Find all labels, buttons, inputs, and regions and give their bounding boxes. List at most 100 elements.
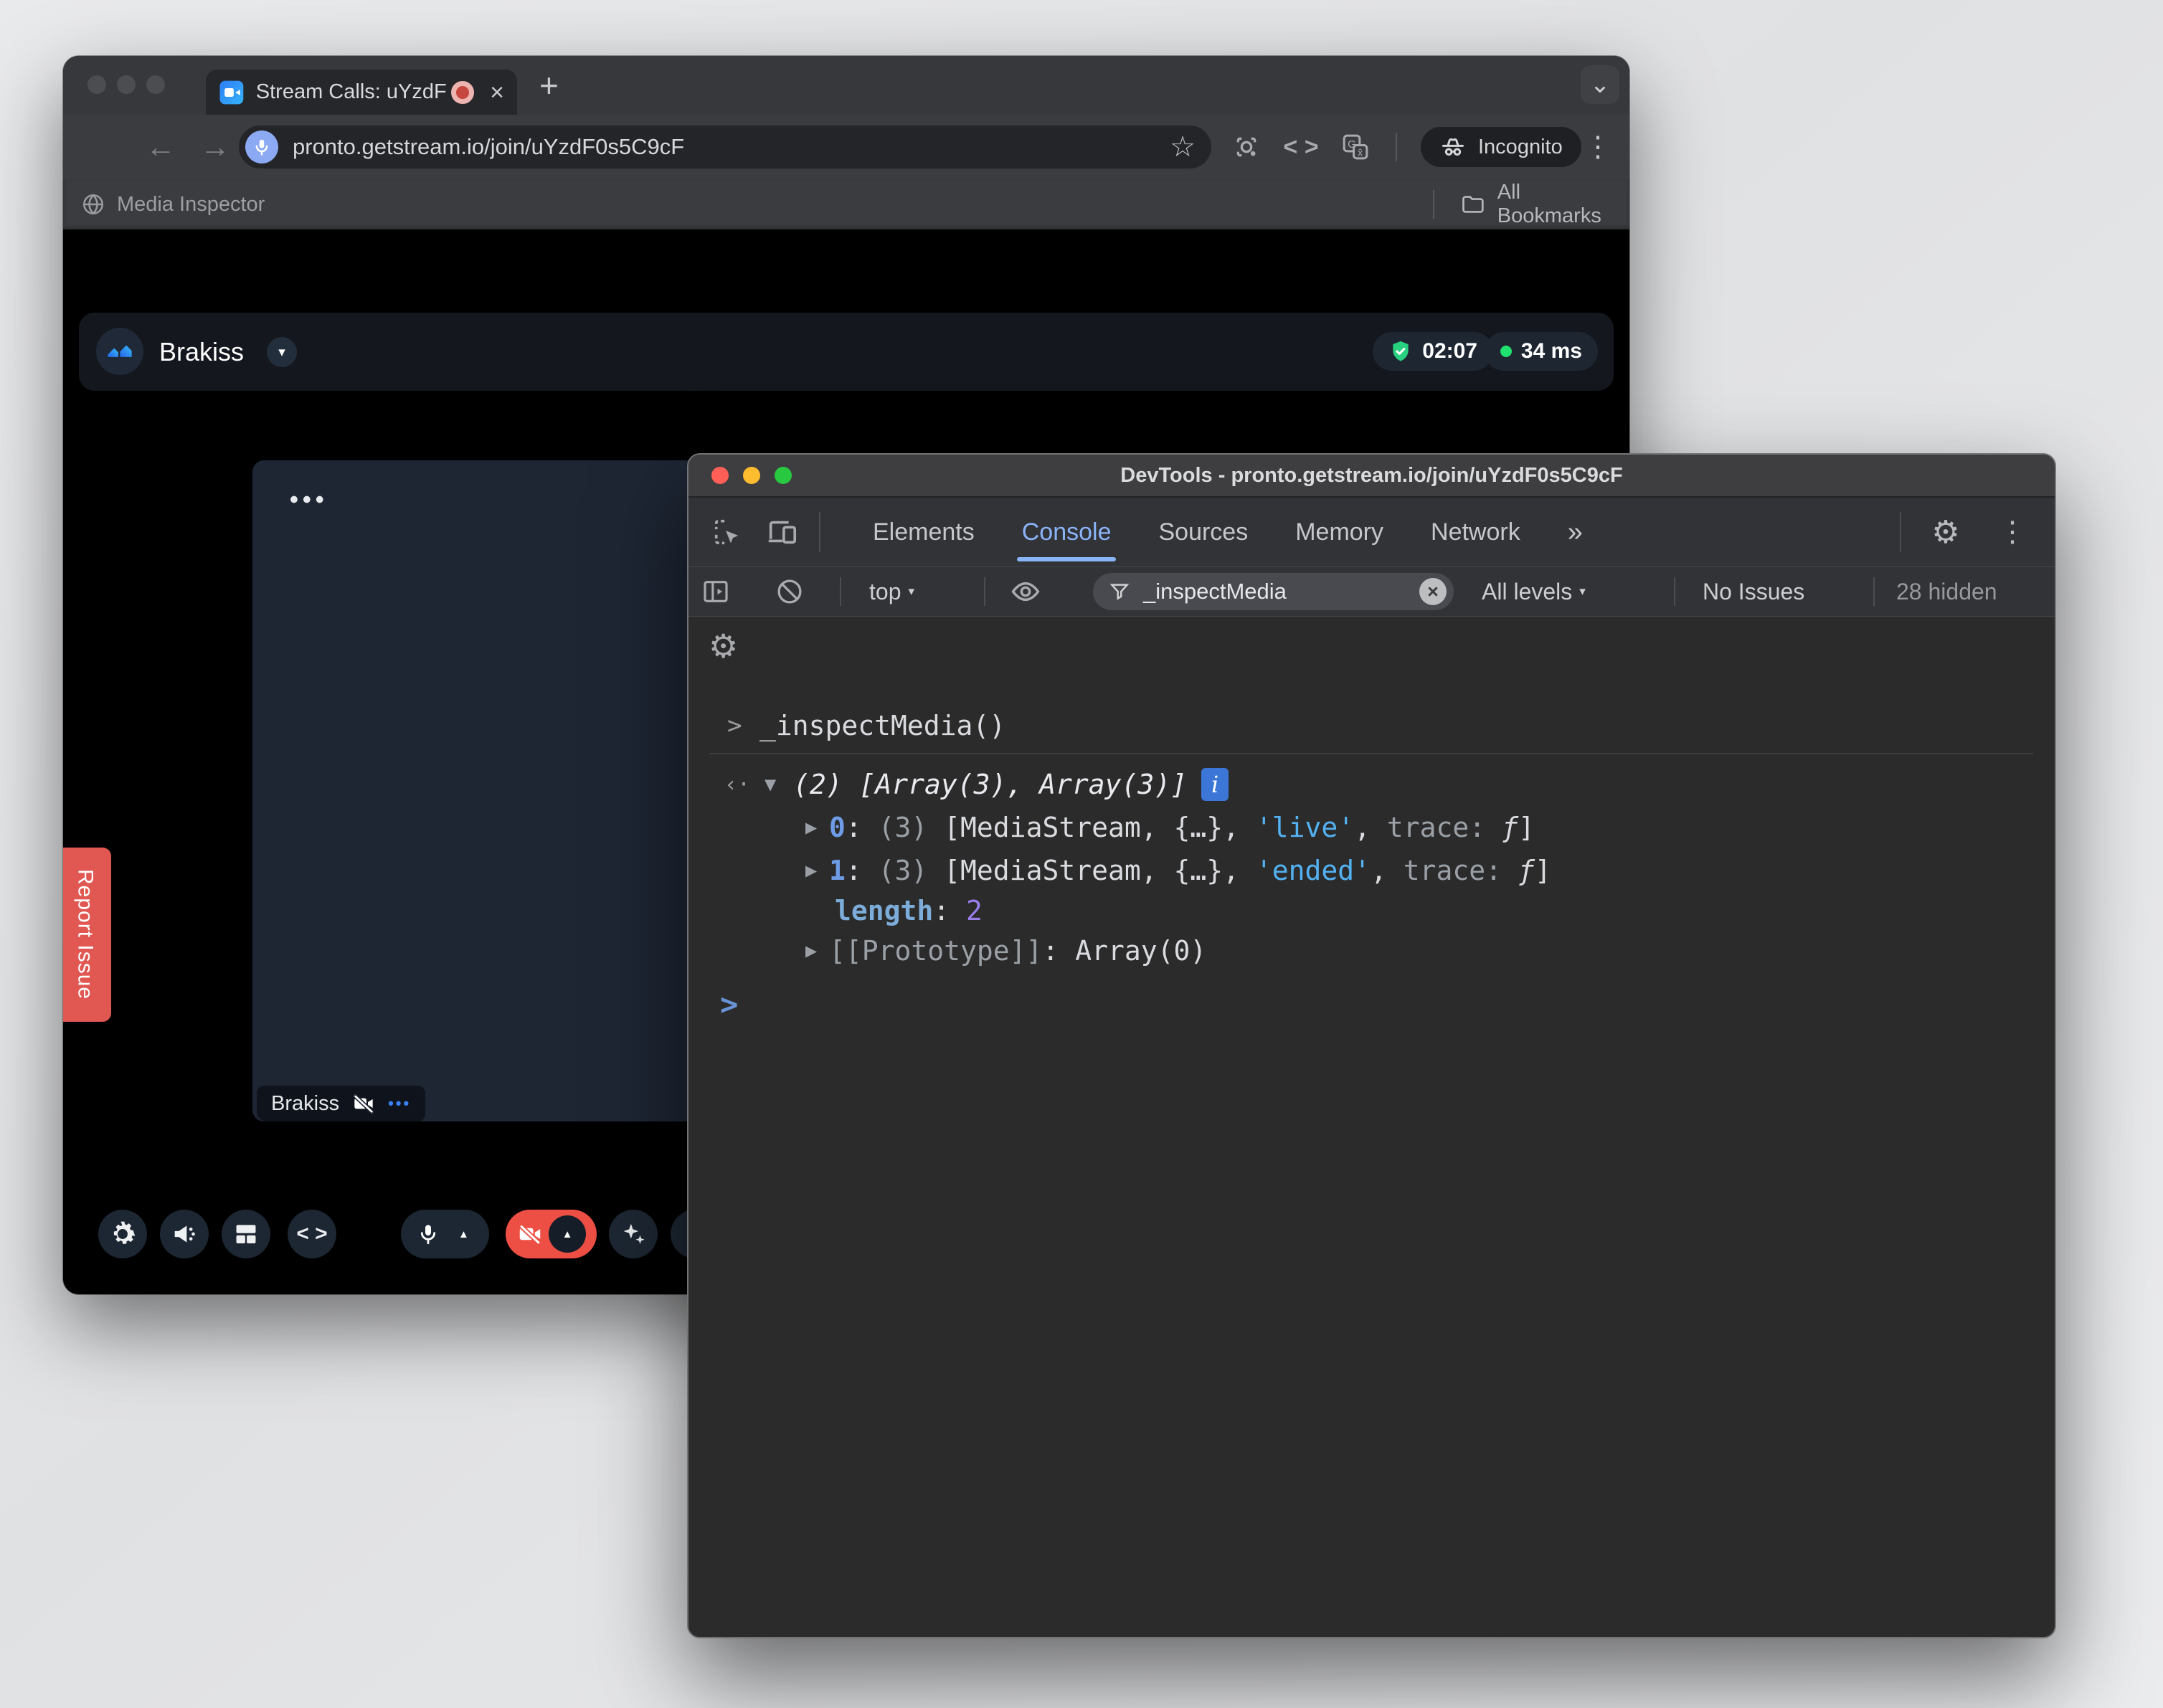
incognito-badge: Incognito (1421, 127, 1581, 167)
more-tabs-icon[interactable]: » (1544, 498, 1606, 566)
effects-sparkle-button[interactable] (609, 1210, 658, 1258)
globe-icon (81, 192, 105, 217)
tab-elements[interactable]: Elements (849, 498, 998, 566)
bookmark-star-icon[interactable]: ☆ (1170, 131, 1196, 163)
call-settings-button[interactable] (98, 1210, 147, 1258)
bookmark-label: Media Inspector (117, 193, 265, 217)
live-expression-eye-icon[interactable] (1010, 567, 1041, 616)
tab-console[interactable]: Console (998, 498, 1135, 566)
info-badge-icon[interactable]: i (1201, 768, 1229, 801)
layout-grid-button[interactable] (222, 1210, 270, 1258)
console-command-row[interactable]: >_inspectMedia() (688, 707, 2055, 744)
devtools-settings-gear-icon[interactable]: ⚙ (1921, 498, 1971, 566)
tab-close-icon[interactable]: × (490, 80, 504, 105)
call-duration-badge: 02:07 (1373, 332, 1493, 371)
mac-close-button[interactable] (711, 467, 729, 484)
browser-tab[interactable]: Stream Calls: uYzdF0s5C × (206, 70, 517, 115)
entry-fn: ƒ (1502, 812, 1518, 843)
back-button[interactable]: ← (139, 115, 182, 179)
lens-search-icon[interactable] (1225, 115, 1268, 179)
console-settings-gear-icon[interactable]: ⚙ (709, 627, 738, 665)
log-levels-selector[interactable]: All levels ▾ (1482, 567, 1586, 616)
tabbar-separator (819, 512, 820, 552)
console-array-entry-0[interactable]: ▶0: (3) [MediaStream, {…}, 'live', trace… (688, 809, 2055, 846)
tile-menu-dots[interactable]: ••• (290, 486, 328, 514)
context-selector[interactable]: top ▾ (869, 567, 914, 616)
code-extension-icon[interactable]: < > (1279, 115, 1322, 179)
console-result-row[interactable]: ‹·▼(2) [Array(3), Array(3)]i (688, 766, 2055, 803)
filter-funnel-icon (1109, 581, 1130, 602)
console-sidebar-icon[interactable] (701, 567, 730, 616)
stream-logo (96, 328, 143, 375)
tab-title: Stream Calls: uYzdF0s5C (256, 80, 447, 104)
toolbar-separator (1674, 577, 1675, 606)
browser-toolbar: ← → ↻ pronto.getstream.io/join/uYzdF0s5C… (63, 115, 1629, 179)
console-array-entry-1[interactable]: ▶1: (3) [MediaStream, {…}, 'ended', trac… (688, 852, 2055, 889)
mic-dropdown-caret-icon[interactable]: ▲ (458, 1228, 469, 1240)
tab-memory[interactable]: Memory (1272, 498, 1407, 566)
call-user-name: Brakiss (159, 313, 244, 391)
address-bar[interactable]: pronto.getstream.io/join/uYzdF0s5C9cF ☆ (239, 125, 1211, 169)
expand-arrow-icon[interactable]: ▶ (805, 819, 829, 836)
browser-menu-kebab-icon[interactable]: ⋮ (1576, 115, 1619, 179)
user-dropdown-button[interactable]: ▾ (267, 337, 297, 367)
report-issue-label: Report Issue (73, 869, 98, 1000)
tabbar-separator (1900, 512, 1901, 552)
length-value: 2 (966, 895, 983, 926)
console-row-divider (710, 753, 2033, 754)
translate-icon[interactable]: G x̂ (1334, 115, 1377, 179)
mac-close-button[interactable] (87, 75, 106, 94)
console-filter-input[interactable]: _inspectMedia × (1093, 573, 1454, 610)
all-bookmarks-label: All Bookmarks (1497, 181, 1629, 228)
stream-video-favicon (219, 80, 245, 105)
camera-dropdown-button[interactable]: ▲ (549, 1215, 586, 1253)
clear-filter-icon[interactable]: × (1419, 578, 1447, 605)
hidden-messages-count[interactable]: 28 hidden (1896, 567, 1997, 616)
collapse-arrow-icon[interactable]: ▼ (765, 776, 793, 793)
entry-fn: ƒ (1518, 855, 1535, 886)
latency-value: 34 ms (1521, 339, 1582, 364)
toolbar-separator (1873, 577, 1875, 606)
mic-permission-icon[interactable] (245, 131, 278, 163)
mac-zoom-button[interactable] (146, 75, 165, 94)
command-text: _inspectMedia() (759, 710, 1005, 741)
participant-name: Brakiss (271, 1092, 339, 1116)
tab-strip-overflow-button[interactable]: ⌄ (1581, 65, 1619, 104)
device-toolbar-icon[interactable] (760, 498, 803, 566)
browser-tab-strip: Stream Calls: uYzdF0s5C × + ⌄ (63, 56, 1629, 115)
participant-menu-dots[interactable]: ••• (388, 1094, 411, 1113)
latency-badge: 34 ms (1485, 332, 1598, 371)
report-issue-button[interactable]: Report Issue (63, 848, 111, 1022)
speaker-button[interactable] (160, 1210, 209, 1258)
embed-code-button[interactable]: < > (288, 1210, 336, 1258)
tab-sources[interactable]: Sources (1135, 498, 1272, 566)
call-duration: 02:07 (1422, 339, 1477, 364)
console-prototype-row[interactable]: ▶[[Prototype]]: Array(0) (688, 932, 2055, 969)
mac-zoom-button[interactable] (775, 467, 792, 484)
issues-status[interactable]: No Issues (1703, 567, 1804, 616)
expand-arrow-icon[interactable]: ▶ (805, 862, 829, 879)
inspect-element-icon[interactable] (706, 498, 749, 566)
camera-toggle-button[interactable]: ▲ (506, 1210, 597, 1258)
clear-console-icon[interactable] (775, 567, 805, 616)
toolbar-separator (840, 577, 841, 606)
expand-arrow-icon[interactable]: ▶ (805, 942, 829, 959)
devtools-titlebar[interactable]: DevTools - pronto.getstream.io/join/uYzd… (688, 455, 2055, 498)
mac-minimize-button[interactable] (743, 467, 760, 484)
filter-value[interactable]: _inspectMedia (1143, 579, 1287, 604)
all-bookmarks-button[interactable]: All Bookmarks (1460, 179, 1629, 229)
call-header: Brakiss ▾ 02:07 34 ms (79, 313, 1614, 391)
mac-minimize-button[interactable] (117, 75, 136, 94)
command-chevron-icon: > (727, 711, 759, 740)
tab-network[interactable]: Network (1407, 498, 1544, 566)
devtools-window: DevTools - pronto.getstream.io/join/uYzd… (687, 453, 2056, 1638)
new-tab-button[interactable]: + (539, 66, 559, 105)
bookmark-media-inspector[interactable]: Media Inspector (81, 179, 265, 229)
mic-button[interactable]: ▲ (401, 1210, 489, 1258)
forward-button[interactable]: → (194, 115, 237, 179)
result-summary: (2) [Array(3), Array(3)] (793, 769, 1187, 800)
url-text[interactable]: pronto.getstream.io/join/uYzdF0s5C9cF (293, 134, 1170, 160)
devtools-menu-kebab-icon[interactable]: ⋮ (1991, 498, 2034, 566)
console-prompt[interactable]: > (688, 985, 2055, 1023)
devtools-window-title: DevTools - pronto.getstream.io/join/uYzd… (1120, 464, 1622, 488)
